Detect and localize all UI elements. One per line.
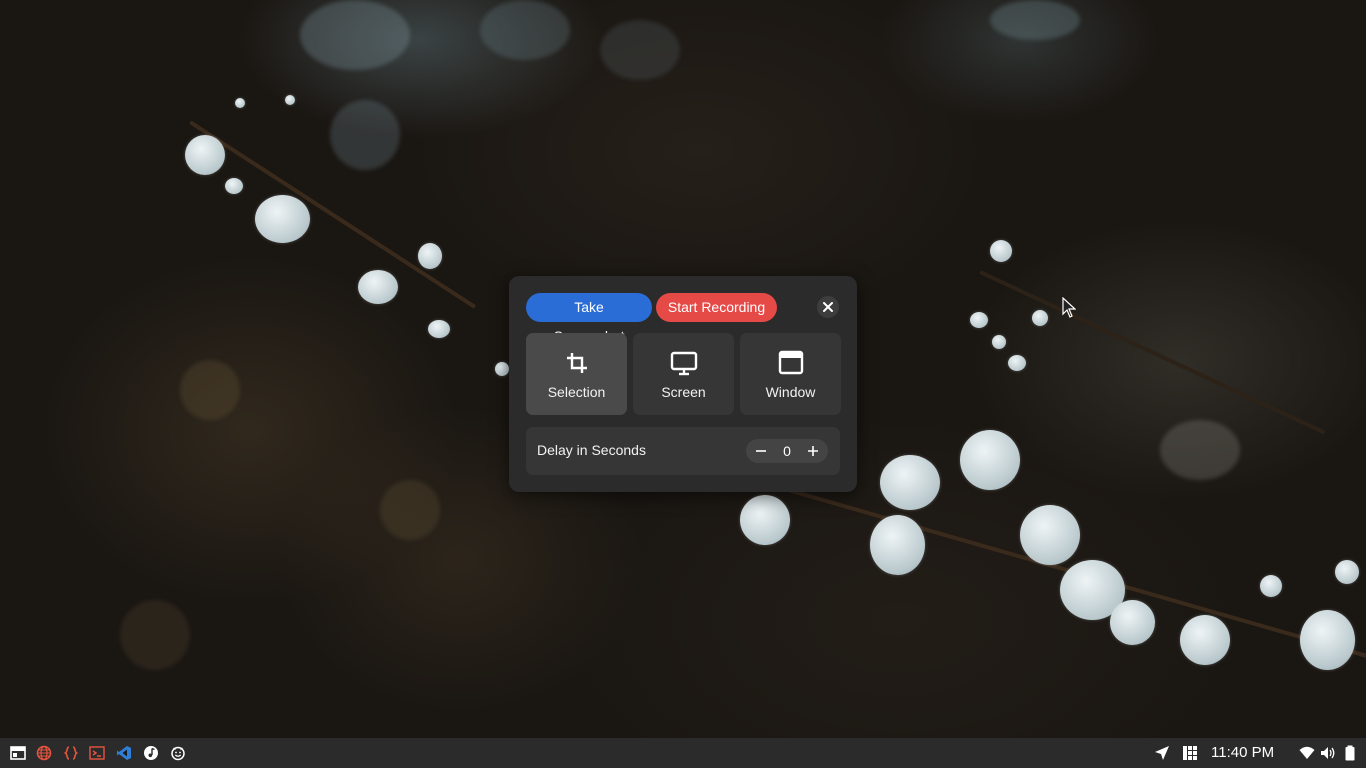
- screenshot-dialog: Take Screenshot Start Recording Selectio…: [509, 276, 857, 492]
- delay-label: Delay in Seconds: [537, 442, 646, 458]
- app-menu-icon[interactable]: [10, 745, 26, 761]
- selection-mode-label: Selection: [547, 384, 606, 400]
- code-braces-icon[interactable]: [63, 745, 79, 761]
- music-icon[interactable]: [143, 745, 159, 761]
- globe-icon[interactable]: [36, 745, 52, 761]
- wifi-icon[interactable]: [1299, 745, 1315, 761]
- battery-icon[interactable]: [1342, 745, 1358, 761]
- taskbar: 11:40 PM: [0, 738, 1366, 768]
- delay-row: Delay in Seconds 0: [526, 427, 840, 475]
- screen-mode-button[interactable]: Screen: [633, 333, 734, 415]
- crop-icon: [567, 353, 587, 373]
- plus-icon: [808, 446, 818, 456]
- window-icon: [778, 350, 804, 375]
- window-mode-label: Window: [765, 384, 816, 400]
- start-recording-button[interactable]: Start Recording: [656, 293, 777, 322]
- screen-mode-label: Screen: [661, 384, 706, 400]
- monitor-icon: [670, 351, 698, 376]
- minus-icon: [756, 450, 766, 452]
- send-icon[interactable]: [1154, 745, 1170, 761]
- delay-spinbutton[interactable]: 0: [746, 439, 828, 463]
- clock[interactable]: 11:40 PM: [1211, 744, 1274, 761]
- emoji-icon[interactable]: [170, 745, 186, 761]
- close-button[interactable]: [817, 296, 839, 318]
- close-icon: [823, 302, 833, 312]
- delay-value[interactable]: 0: [774, 443, 800, 459]
- grid-icon[interactable]: [1182, 745, 1198, 761]
- vscode-icon[interactable]: [116, 745, 132, 761]
- increment-delay-button[interactable]: [800, 439, 826, 463]
- decrement-delay-button[interactable]: [748, 439, 774, 463]
- window-mode-button[interactable]: Window: [740, 333, 841, 415]
- selection-mode-button[interactable]: Selection: [526, 333, 627, 415]
- take-screenshot-button[interactable]: Take Screenshot: [526, 293, 652, 344]
- terminal-icon[interactable]: [89, 745, 105, 761]
- volume-icon[interactable]: [1320, 745, 1336, 761]
- mouse-cursor-icon: [1062, 297, 1076, 318]
